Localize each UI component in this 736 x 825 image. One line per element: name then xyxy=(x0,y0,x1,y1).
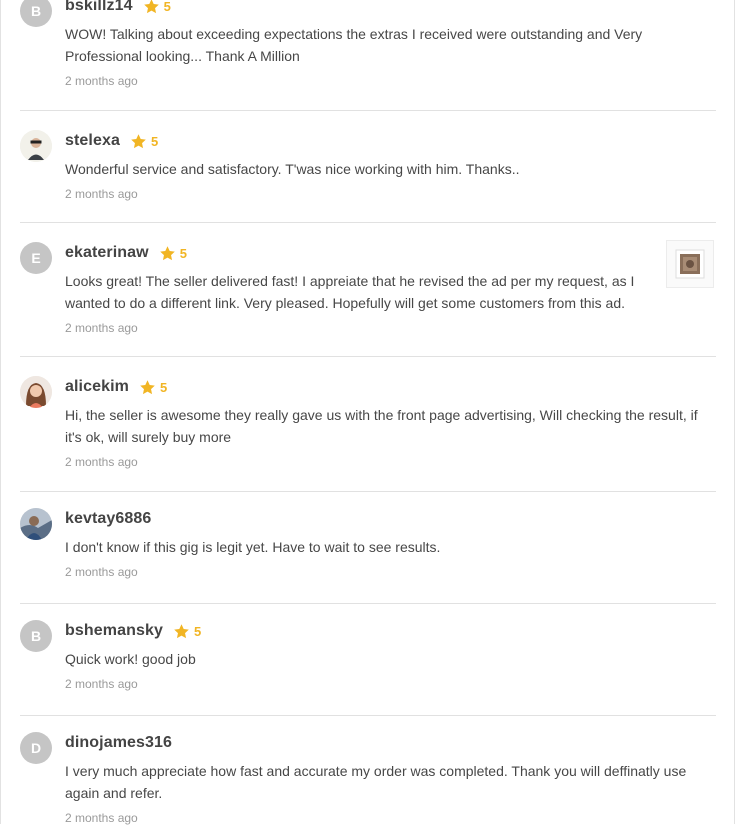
avatar[interactable] xyxy=(20,508,52,540)
user-photo-icon xyxy=(20,130,52,162)
rating: 5 xyxy=(139,379,167,396)
avatar[interactable]: D xyxy=(20,732,52,764)
review-text: WOW! Talking about exceeding expectation… xyxy=(65,26,643,64)
star-icon xyxy=(174,623,189,638)
review-divider xyxy=(20,603,716,604)
rating-value: 5 xyxy=(193,623,202,639)
review-date: 2 months ago xyxy=(65,455,138,469)
review-text: Wonderful service and satisfactory. T'wa… xyxy=(65,161,520,177)
review-date: 2 months ago xyxy=(65,811,138,825)
user-photo-icon xyxy=(20,508,52,540)
avatar[interactable] xyxy=(20,376,52,408)
review-date: 2 months ago xyxy=(65,187,138,201)
review-username[interactable]: dinojames316 xyxy=(65,734,172,752)
review-date: 2 months ago xyxy=(65,74,138,88)
avatar[interactable]: E xyxy=(20,242,52,274)
rating-value: 5 xyxy=(163,0,171,14)
review-date: 2 months ago xyxy=(65,565,138,579)
star-icon xyxy=(159,245,175,260)
review-text: I don't know if this gig is legit yet. H… xyxy=(65,539,441,555)
review-username[interactable]: alicekim xyxy=(65,378,129,396)
review-username[interactable]: bskillz14 xyxy=(65,0,133,15)
delivery-image-thumbnail[interactable] xyxy=(666,240,714,288)
avatar[interactable]: B xyxy=(20,0,52,27)
review-text: Looks great! The seller delivered fast! … xyxy=(65,273,635,311)
star-icon xyxy=(140,379,155,394)
avatar[interactable]: B xyxy=(20,620,52,652)
review-text: Hi, the seller is awesome they really ga… xyxy=(65,407,698,445)
review-text: Quick work! good job xyxy=(65,651,196,667)
review-username[interactable]: kevtay6886 xyxy=(65,510,151,528)
review-divider xyxy=(20,491,716,492)
rating-value: 5 xyxy=(150,133,159,149)
rating: 5 xyxy=(159,245,187,262)
review-username[interactable]: bshemansky xyxy=(65,622,163,640)
image-thumbnail-icon xyxy=(675,249,705,279)
rating-value: 5 xyxy=(179,245,187,261)
review-text: I very much appreciate how fast and accu… xyxy=(65,763,687,801)
review-username[interactable]: ekaterinaw xyxy=(65,244,149,262)
rating: 5 xyxy=(143,0,171,15)
user-photo-icon xyxy=(20,376,52,408)
page-border-left xyxy=(0,0,1,824)
review-divider xyxy=(20,356,716,357)
review-divider xyxy=(20,110,716,111)
avatar[interactable] xyxy=(20,130,52,162)
rating: 5 xyxy=(130,133,158,150)
review-username[interactable]: stelexa xyxy=(65,132,120,150)
star-icon xyxy=(131,133,146,148)
review-date: 2 months ago xyxy=(65,321,138,335)
review-divider xyxy=(20,222,716,223)
page-border-right xyxy=(734,0,735,824)
star-icon xyxy=(143,0,159,13)
review-date: 2 months ago xyxy=(65,677,138,691)
rating: 5 xyxy=(173,623,201,640)
rating-value: 5 xyxy=(159,379,168,395)
review-divider xyxy=(20,715,716,716)
